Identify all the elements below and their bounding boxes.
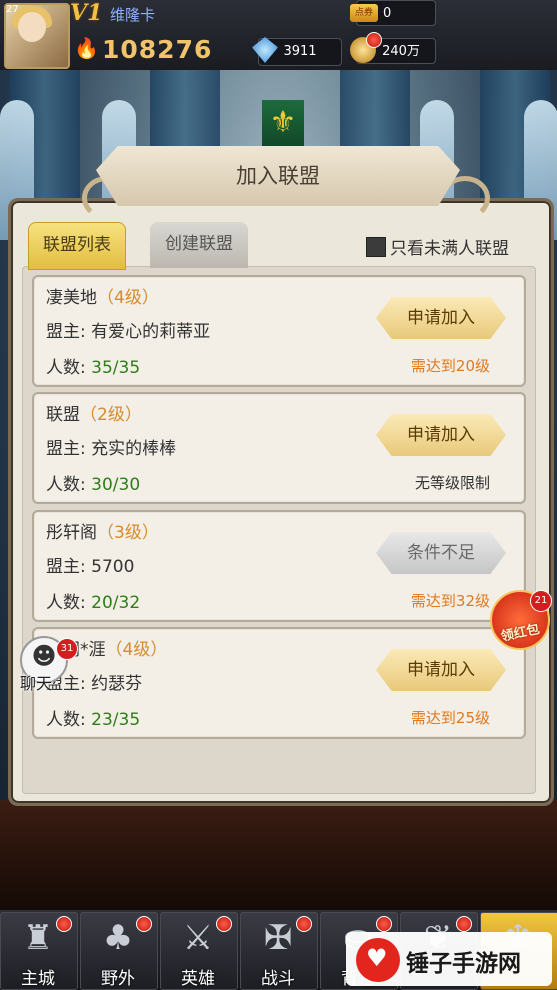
nav-label: 英雄 xyxy=(181,969,215,989)
alliance-leader: 盟主: 5700 xyxy=(46,557,135,577)
nav-label: 主城 xyxy=(21,969,55,989)
alliance-leader: 盟主: 有爱心的莉蒂亚 xyxy=(46,322,211,342)
alliance-card[interactable]: 高阔*涯（4级）盟主: 约瑟芬人数: 23/35申请加入需达到25级 xyxy=(32,627,526,739)
nav-label: 野外 xyxy=(101,969,135,989)
alliance-member-count: 人数: 35/35 xyxy=(46,358,141,378)
alliance-name: 联盟（2级） xyxy=(46,405,142,425)
nav-label: 战斗 xyxy=(261,969,295,989)
alliance-member-count: 人数: 30/30 xyxy=(46,475,141,495)
chat-label: 聊天 xyxy=(20,674,53,693)
filter-label[interactable]: 只看未满人联盟 xyxy=(390,234,509,259)
chat-badge: 31 xyxy=(56,638,78,660)
level-requirement: 需达到25级 xyxy=(410,709,490,727)
alliance-leader: 盟主: 充实的棒棒 xyxy=(46,439,177,459)
condition-unmet-button[interactable]: 条件不足 xyxy=(376,532,506,574)
alliance-card[interactable]: 凄美地（4级） 盟主: 有爱心的莉蒂亚 人数: 35/35 申请加入需达到20级 xyxy=(32,275,526,387)
filter-checkbox[interactable] xyxy=(366,237,386,257)
nav-notify-dot xyxy=(136,916,152,932)
watermark-text: 锤子手游网 xyxy=(406,951,521,977)
level-requirement: 需达到32级 xyxy=(410,592,490,610)
apply-join-button[interactable]: 申请加入 xyxy=(376,297,506,339)
tab-create-alliance[interactable]: 创建联盟 xyxy=(150,222,248,268)
gold-value: 240万 xyxy=(382,44,420,59)
background-floor xyxy=(0,800,557,910)
player-name: 维隆卡 xyxy=(110,6,156,24)
player-level: 27 xyxy=(6,4,19,15)
tab-alliance-list[interactable]: 联盟列表 xyxy=(28,222,126,270)
level-requirement: 需达到20级 xyxy=(410,357,490,375)
alliance-level: （3级） xyxy=(97,523,159,543)
ticket-value: 0 xyxy=(383,6,392,21)
nav-notify-dot xyxy=(456,916,472,932)
level-requirement: 无等级限制 xyxy=(414,474,490,492)
apply-join-button[interactable]: 申请加入 xyxy=(376,649,506,691)
alliance-member-count: 人数: 20/32 xyxy=(46,593,141,613)
nav-notify-dot xyxy=(216,916,232,932)
alliance-level: （2级） xyxy=(80,405,142,425)
avatar-face xyxy=(18,12,46,42)
apply-join-button[interactable]: 申请加入 xyxy=(376,414,506,456)
hammer-glyph-icon: ♥ xyxy=(366,944,388,972)
vip-badge[interactable]: V1 xyxy=(70,0,102,26)
alliance-card[interactable]: 联盟（2级） 盟主: 充实的棒棒 人数: 30/30 申请加入无等级限制 xyxy=(32,392,526,504)
alliance-card[interactable]: 彤轩阁（3级） 盟主: 5700 人数: 20/32 条件不足需达到32级 xyxy=(32,510,526,622)
alliance-level: （4级） xyxy=(97,288,159,308)
ticket-icon: 点券 xyxy=(350,4,378,22)
nav-notify-dot xyxy=(296,916,312,932)
combat-power: 108276 xyxy=(102,35,213,64)
nav-notify-dot xyxy=(376,916,392,932)
alliance-member-count: 人数: 23/35 xyxy=(46,710,141,730)
diamond-value: 3911 xyxy=(283,44,317,59)
alliance-name: 彤轩阁（3级） xyxy=(46,523,159,543)
alliance-name: 凄美地（4级） xyxy=(46,288,159,308)
alliance-level: （4级） xyxy=(105,640,168,660)
panel-title: 加入联盟 xyxy=(236,164,320,188)
phoenix-icon: ⚜ xyxy=(269,105,297,140)
fire-icon: 🔥 xyxy=(74,36,99,60)
red-packet-badge: 21 xyxy=(530,590,552,612)
gold-notify-dot xyxy=(366,32,382,48)
nav-notify-dot xyxy=(56,916,72,932)
